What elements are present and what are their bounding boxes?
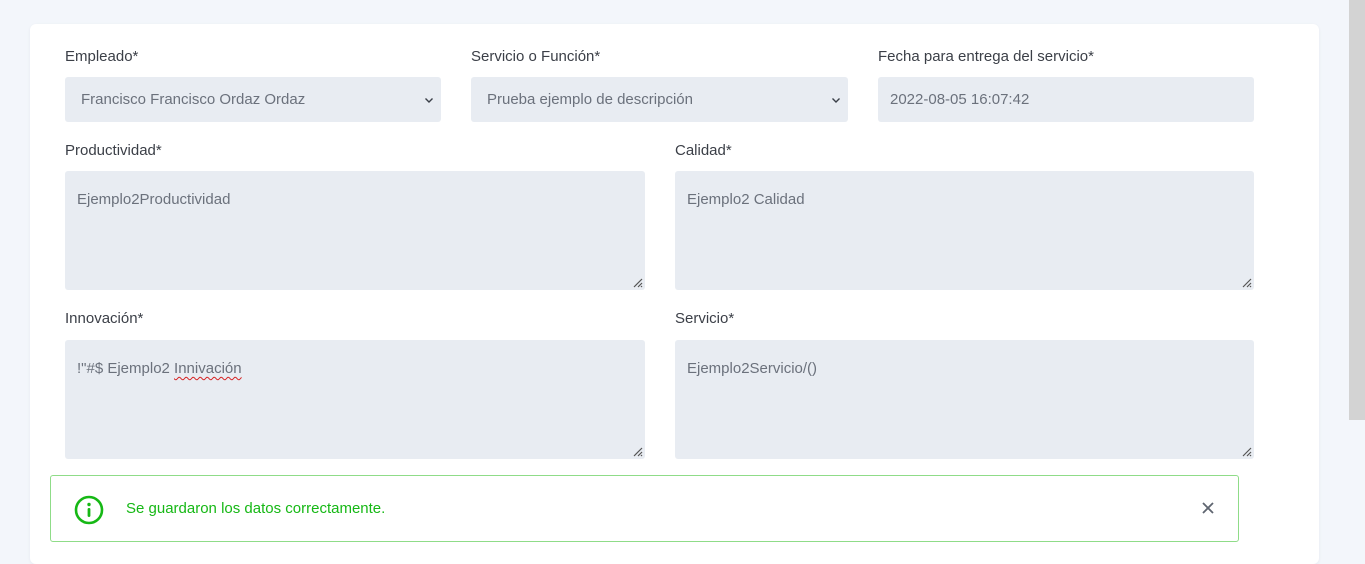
resize-handle-icon[interactable] — [631, 445, 643, 457]
resize-handle-icon[interactable] — [631, 276, 643, 288]
empleado-select-value: Francisco Francisco Ordaz Ordaz — [81, 91, 306, 108]
resize-handle-icon[interactable] — [1240, 445, 1252, 457]
calidad-textarea-value: Ejemplo2 Calidad — [687, 191, 805, 208]
empleado-select[interactable]: Francisco Francisco Ordaz Ordaz — [65, 77, 441, 122]
servicio-textarea[interactable]: Ejemplo2Servicio/() — [675, 340, 1254, 459]
servicio-funcion-label: Servicio o Función* — [471, 48, 601, 65]
calidad-label: Calidad* — [675, 142, 732, 159]
chevron-down-icon — [425, 97, 433, 103]
success-alert: Se guardaron los datos correctamente. — [50, 475, 1239, 542]
calidad-textarea[interactable]: Ejemplo2 Calidad — [675, 171, 1254, 290]
innovacion-textarea[interactable]: !"#$ Ejemplo2 Innivación — [65, 340, 645, 459]
servicio-funcion-select-value: Prueba ejemplo de descripción — [487, 91, 693, 108]
innovacion-textarea-value: !"#$ Ejemplo2 Innivación — [77, 360, 242, 377]
scrollbar-thumb[interactable] — [1349, 0, 1365, 420]
alert-message: Se guardaron los datos correctamente. — [126, 500, 386, 517]
servicio-funcion-select[interactable]: Prueba ejemplo de descripción — [471, 77, 848, 122]
close-icon[interactable] — [1200, 500, 1216, 516]
empleado-label: Empleado* — [65, 48, 139, 65]
resize-handle-icon[interactable] — [1240, 276, 1252, 288]
productividad-label: Productividad* — [65, 142, 162, 159]
innovacion-text-prefix: !"#$ Ejemplo2 — [77, 360, 175, 377]
servicio-label: Servicio* — [675, 310, 735, 327]
productividad-textarea-value: Ejemplo2Productividad — [77, 191, 231, 208]
servicio-textarea-value: Ejemplo2Servicio/() — [687, 360, 818, 377]
fecha-input[interactable]: 2022-08-05 16:07:42 — [878, 77, 1254, 122]
productividad-textarea[interactable]: Ejemplo2Productividad — [65, 171, 645, 290]
fecha-label: Fecha para entrega del servicio* — [878, 48, 1094, 65]
info-circle-icon — [74, 495, 104, 525]
innovacion-label: Innovación* — [65, 310, 144, 327]
chevron-down-icon — [832, 97, 840, 103]
fecha-input-value: 2022-08-05 16:07:42 — [890, 91, 1030, 108]
misspelled-word: Innivación — [174, 360, 242, 377]
